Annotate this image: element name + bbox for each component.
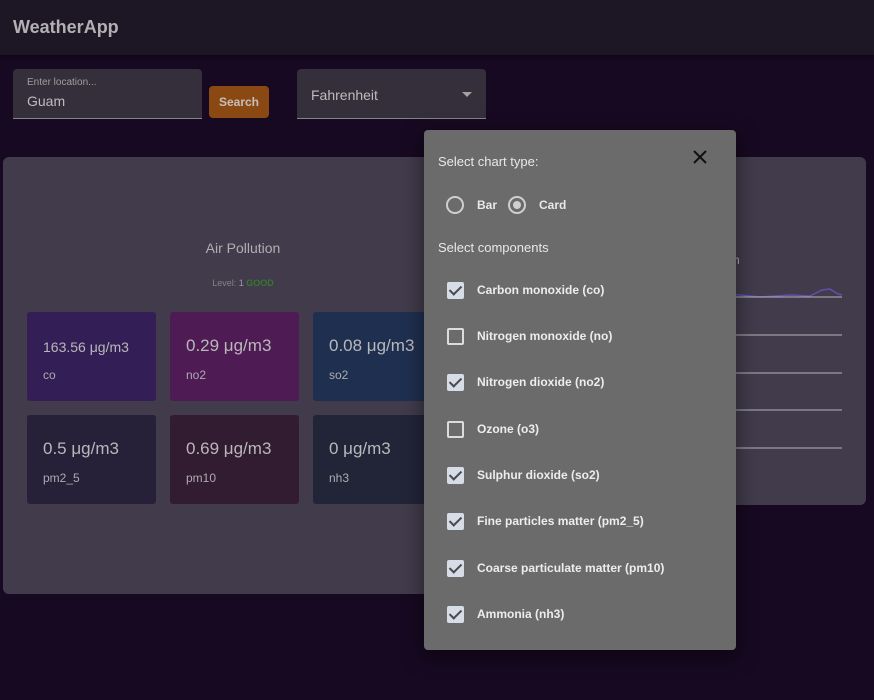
checkbox-checked-icon[interactable] (447, 605, 464, 623)
component-label[interactable]: Coarse particulate matter (pm10) (477, 561, 664, 575)
checkbox-checked-icon[interactable] (447, 559, 464, 577)
checkbox-unchecked-icon[interactable] (447, 420, 464, 438)
component-option-pm10[interactable]: Coarse particulate matter (pm10) (447, 559, 664, 577)
components-title: Select components (438, 240, 549, 255)
component-label[interactable]: Nitrogen dioxide (no2) (477, 375, 604, 389)
component-label[interactable]: Fine particles matter (pm2_5) (477, 514, 644, 528)
close-icon[interactable] (691, 148, 709, 166)
component-option-no[interactable]: Nitrogen monoxide (no) (447, 327, 612, 345)
radio-bar-label[interactable]: Bar (477, 198, 497, 212)
chart-type-title: Select chart type: (438, 154, 539, 169)
radio-card[interactable] (508, 196, 527, 214)
checkbox-checked-icon[interactable] (447, 466, 464, 484)
checkbox-checked-icon[interactable] (447, 512, 464, 530)
component-option-no2[interactable]: Nitrogen dioxide (no2) (447, 373, 604, 391)
chart-settings-dialog: Select chart type: Bar Card Select compo… (424, 130, 736, 650)
radio-bar[interactable] (446, 196, 464, 214)
component-option-pm2_5[interactable]: Fine particles matter (pm2_5) (447, 512, 644, 530)
component-option-so2[interactable]: Sulphur dioxide (so2) (447, 466, 600, 484)
component-option-co[interactable]: Carbon monoxide (co) (447, 281, 604, 299)
checkbox-checked-icon[interactable] (447, 281, 464, 299)
component-label[interactable]: Ammonia (nh3) (477, 607, 564, 621)
component-label[interactable]: Ozone (o3) (477, 422, 539, 436)
component-label[interactable]: Sulphur dioxide (so2) (477, 468, 600, 482)
component-option-nh3[interactable]: Ammonia (nh3) (447, 605, 564, 623)
checkbox-unchecked-icon[interactable] (447, 327, 464, 345)
radio-card-label[interactable]: Card (539, 198, 566, 212)
component-label[interactable]: Nitrogen monoxide (no) (477, 329, 612, 343)
component-label[interactable]: Carbon monoxide (co) (477, 283, 604, 297)
chart-type-options: Bar Card (446, 195, 577, 215)
checkbox-checked-icon[interactable] (447, 373, 464, 391)
component-option-o3[interactable]: Ozone (o3) (447, 420, 539, 438)
